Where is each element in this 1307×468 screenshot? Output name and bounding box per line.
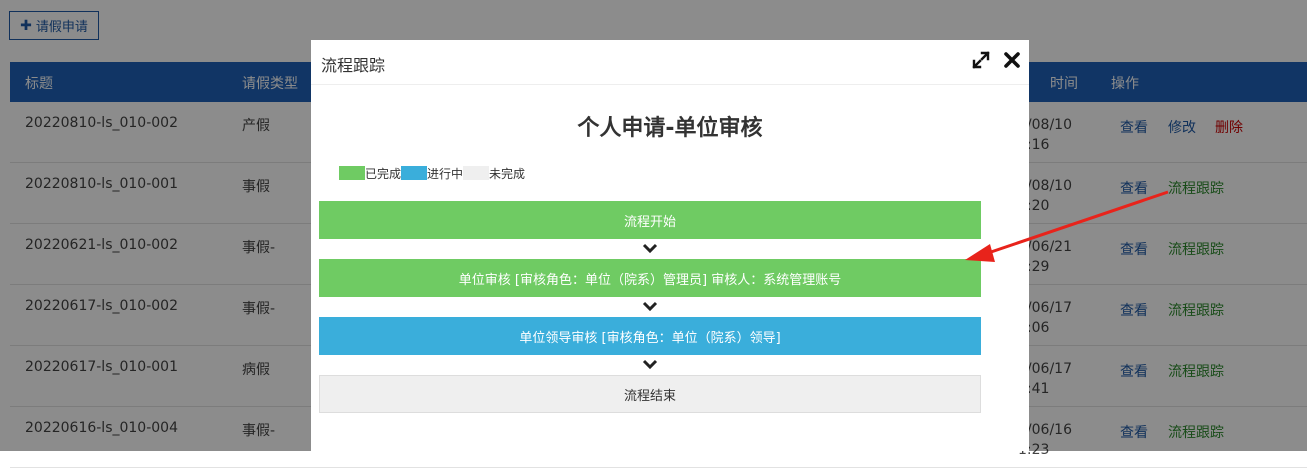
close-icon[interactable]: [1001, 49, 1023, 71]
chevron-down-icon: [642, 301, 658, 312]
legend-active-swatch: [401, 166, 428, 180]
flow-title: 个人申请-单位审核: [577, 116, 763, 141]
flow-step-unit-review: 单位审核 [审核角色：单位（院系）管理员] 审核人：系统管理账号: [319, 259, 981, 297]
flow-step-leader-review: 单位领导审核 [审核角色：单位（院系）领导]: [319, 317, 981, 355]
dialog-header: 流程跟踪: [311, 40, 1029, 85]
legend-done-swatch: [339, 166, 365, 180]
dialog-title: 流程跟踪: [321, 56, 386, 75]
legend-todo-label: 未完成: [489, 166, 526, 181]
flow-step-end: 流程结束: [319, 375, 981, 413]
process-tracking-dialog: 流程跟踪 个人申请-单位审核 已完成 进行中 未完成 流程开始 单位审核 [审核…: [311, 40, 1029, 451]
legend-active-label: 进行中: [427, 166, 464, 181]
flow-step-label: 流程开始: [623, 214, 676, 230]
status-legend: 已完成 进行中 未完成: [339, 165, 525, 181]
flow-step-label: 单位领导审核 [审核角色：单位（院系）领导]: [519, 330, 781, 346]
flow-step-label: 单位审核 [审核角色：单位（院系）管理员] 审核人：系统管理账号: [458, 272, 842, 288]
legend-done-label: 已完成: [365, 166, 402, 181]
legend-todo-swatch: [463, 166, 490, 180]
expand-icon[interactable]: [971, 50, 991, 70]
flow-step-label: 流程结束: [623, 388, 676, 404]
chevron-down-icon: [642, 243, 658, 254]
flow-step-start: 流程开始: [319, 201, 981, 239]
chevron-down-icon: [642, 359, 658, 370]
